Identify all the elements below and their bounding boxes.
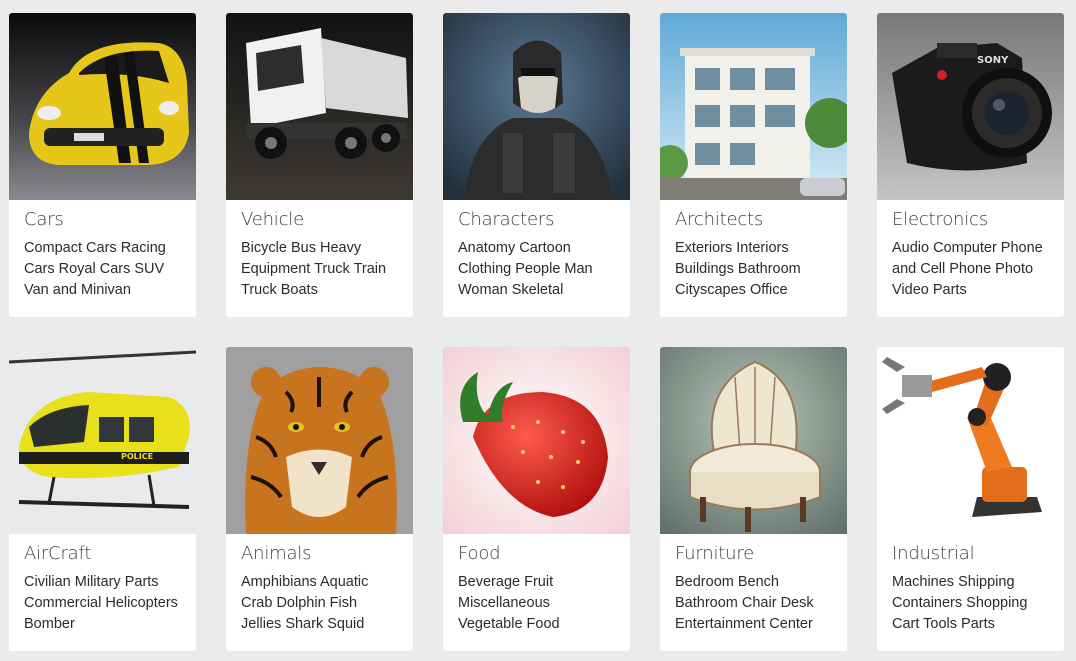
svg-text:SONY: SONY xyxy=(977,55,1009,66)
category-card-cars[interactable]: Cars Compact Cars Racing Cars Royal Cars… xyxy=(9,13,196,317)
category-title[interactable]: Furniture xyxy=(675,542,832,566)
category-title[interactable]: Industrial xyxy=(892,542,1049,566)
category-title[interactable]: Characters xyxy=(458,208,615,232)
category-title[interactable]: AirCraft xyxy=(24,542,181,566)
category-card-animals[interactable]: Animals Amphibians Aquatic Crab Dolphin … xyxy=(226,347,413,651)
category-card-aircraft[interactable]: POLICE AirCraft Civilian Military Parts … xyxy=(9,347,196,651)
category-description: Bicycle Bus Heavy Equipment Truck Train … xyxy=(241,240,387,298)
category-description: Amphibians Aquatic Crab Dolphin Fish Jel… xyxy=(241,574,369,632)
category-description: Compact Cars Racing Cars Royal Cars SUV … xyxy=(24,240,166,298)
tiger-image[interactable] xyxy=(226,347,413,534)
truck-image[interactable] xyxy=(226,13,413,200)
category-card-vehicle[interactable]: Vehicle Bicycle Bus Heavy Equipment Truc… xyxy=(226,13,413,317)
category-description: Bedroom Bench Bathroom Chair Desk Entert… xyxy=(675,574,814,632)
category-card-food[interactable]: Food Beverage Fruit Miscellaneous Vegeta… xyxy=(443,347,630,651)
category-description: Exteriors Interiors Buildings Bathroom C… xyxy=(675,240,801,298)
category-description: Civilian Military Parts Commercial Helic… xyxy=(24,574,178,632)
strawberry-image[interactable] xyxy=(443,347,630,534)
category-title[interactable]: Architects xyxy=(675,208,832,232)
category-grid: Cars Compact Cars Racing Cars Royal Cars… xyxy=(9,13,1064,651)
category-card-electronics[interactable]: SONY Electronics Audio Computer Phone an… xyxy=(877,13,1064,317)
category-description: Beverage Fruit Miscellaneous Vegetable F… xyxy=(458,574,560,632)
camera-image[interactable]: SONY xyxy=(877,13,1064,200)
helicopter-image[interactable]: POLICE xyxy=(9,347,196,534)
category-title[interactable]: Animals xyxy=(241,542,398,566)
car-image[interactable] xyxy=(9,13,196,200)
building-image[interactable] xyxy=(660,13,847,200)
category-description: Machines Shipping Containers Shopping Ca… xyxy=(892,574,1028,632)
category-description: Audio Computer Phone and Cell Phone Phot… xyxy=(892,240,1043,298)
category-title[interactable]: Electronics xyxy=(892,208,1049,232)
category-title[interactable]: Food xyxy=(458,542,615,566)
category-card-characters[interactable]: Characters Anatomy Cartoon Clothing Peop… xyxy=(443,13,630,317)
chair-image[interactable] xyxy=(660,347,847,534)
category-description: Anatomy Cartoon Clothing People Man Woma… xyxy=(458,240,593,298)
category-card-architects[interactable]: Architects Exteriors Interiors Buildings… xyxy=(660,13,847,317)
soldier-image[interactable] xyxy=(443,13,630,200)
category-title[interactable]: Vehicle xyxy=(241,208,398,232)
robot-arm-image[interactable] xyxy=(877,347,1064,534)
svg-text:POLICE: POLICE xyxy=(121,452,153,461)
category-card-industrial[interactable]: Industrial Machines Shipping Containers … xyxy=(877,347,1064,651)
category-title[interactable]: Cars xyxy=(24,208,181,232)
category-card-furniture[interactable]: Furniture Bedroom Bench Bathroom Chair D… xyxy=(660,347,847,651)
